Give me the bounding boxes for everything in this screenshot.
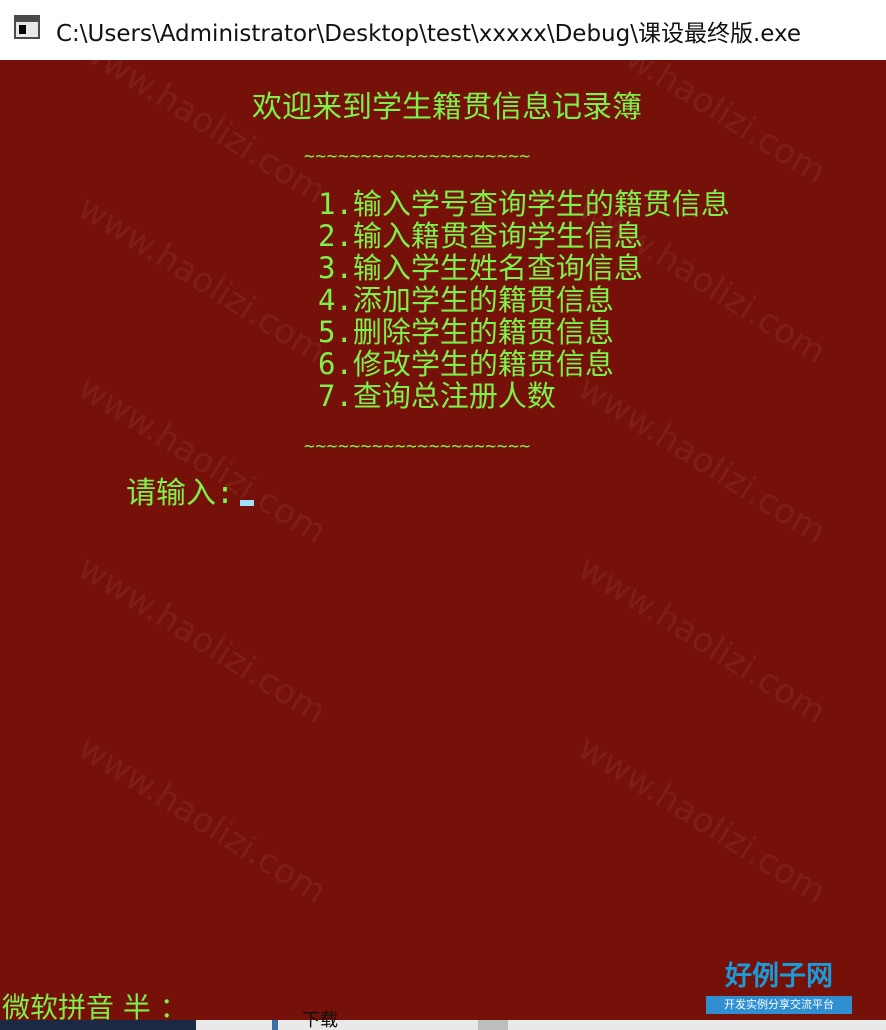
separator-bottom: ~~~~~~~~~~~~~~~~~~~~ xyxy=(304,436,531,457)
menu-item-delete-record: 5.删除学生的籍贯信息 xyxy=(318,315,614,349)
taskbar-accent xyxy=(272,1020,278,1030)
menu-item-add-record: 4.添加学生的籍贯信息 xyxy=(318,283,614,317)
taskbar-strip: 下载 xyxy=(0,1012,886,1030)
watermark-text: www.haolizi.com xyxy=(570,727,833,913)
watermark-text: www.haolizi.com xyxy=(570,547,833,733)
menu-item-query-by-name: 3.输入学生姓名查询信息 xyxy=(318,251,643,285)
taskbar-item[interactable] xyxy=(478,1020,508,1030)
input-prompt: 请输入: xyxy=(126,476,235,511)
console-window: C:\Users\Administrator\Desktop\test\xxxx… xyxy=(0,0,886,1030)
watermark-text: www.haolizi.com xyxy=(70,187,333,373)
menu-item-query-by-id: 1.输入学号查询学生的籍贯信息 xyxy=(318,187,730,221)
watermark-logo: 好例子网 开发实例分享交流平台 xyxy=(706,960,852,1020)
separator-top: ~~~~~~~~~~~~~~~~~~~~ xyxy=(304,146,531,167)
watermark-logo-subtitle: 开发实例分享交流平台 xyxy=(706,996,852,1014)
menu-item-query-by-origin: 2.输入籍贯查询学生信息 xyxy=(318,219,643,253)
menu-list: 1.输入学号查询学生的籍贯信息 2.输入籍贯查询学生信息 3.输入学生姓名查询信… xyxy=(318,188,730,412)
console-output-area[interactable]: www.haolizi.com www.haolizi.com www.haol… xyxy=(0,60,886,1020)
watermark-logo-title: 好例子网 xyxy=(725,961,833,992)
watermark-text: www.haolizi.com xyxy=(70,547,333,733)
console-app-icon[interactable] xyxy=(14,15,40,39)
watermark-text: www.haolizi.com xyxy=(70,367,333,553)
watermark-text: www.haolizi.com xyxy=(70,727,333,913)
text-cursor[interactable] xyxy=(240,500,254,506)
title-bar[interactable]: C:\Users\Administrator\Desktop\test\xxxx… xyxy=(0,0,886,60)
menu-item-edit-record: 6.修改学生的籍贯信息 xyxy=(318,347,614,381)
watermark-text: www.haolizi.com xyxy=(570,60,833,193)
ime-status-bar[interactable]: 微软拼音 半 ： xyxy=(2,986,188,1020)
taskbar-item-label[interactable]: 下载 xyxy=(302,1012,338,1030)
window-title: C:\Users\Administrator\Desktop\test\xxxx… xyxy=(56,21,802,47)
taskbar-start-area[interactable] xyxy=(0,1020,196,1030)
watermark-text: www.haolizi.com xyxy=(70,60,333,213)
menu-item-count-registered: 7.查询总注册人数 xyxy=(318,379,556,413)
console-heading: 欢迎来到学生籍贯信息记录簿 xyxy=(252,90,642,125)
